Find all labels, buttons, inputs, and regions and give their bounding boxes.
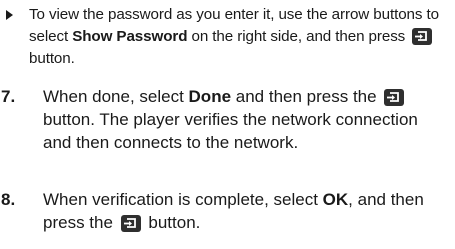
done-label: Done <box>188 87 232 106</box>
show-password-label: Show Password <box>72 28 188 45</box>
tip-bullet: To view the password as you enter it, us… <box>6 4 446 70</box>
step-7: 7. When done, select Done and then press… <box>0 85 450 154</box>
step-text: When done, select Done and then press th… <box>43 87 418 152</box>
manual-page: To view the password as you enter it, us… <box>0 0 455 249</box>
triangle-bullet-icon <box>6 10 13 20</box>
step-number: 8. <box>1 190 16 209</box>
tip-text: To view the password as you enter it, us… <box>29 6 439 67</box>
enter-button-icon <box>120 215 141 232</box>
step-8: 8. When verification is complete, select… <box>0 188 450 234</box>
enter-button-icon <box>412 28 433 45</box>
ok-label: OK <box>322 190 349 209</box>
enter-button-icon <box>384 89 405 106</box>
step-number: 7. <box>1 87 16 106</box>
step-text: When verification is complete, select OK… <box>43 190 424 232</box>
